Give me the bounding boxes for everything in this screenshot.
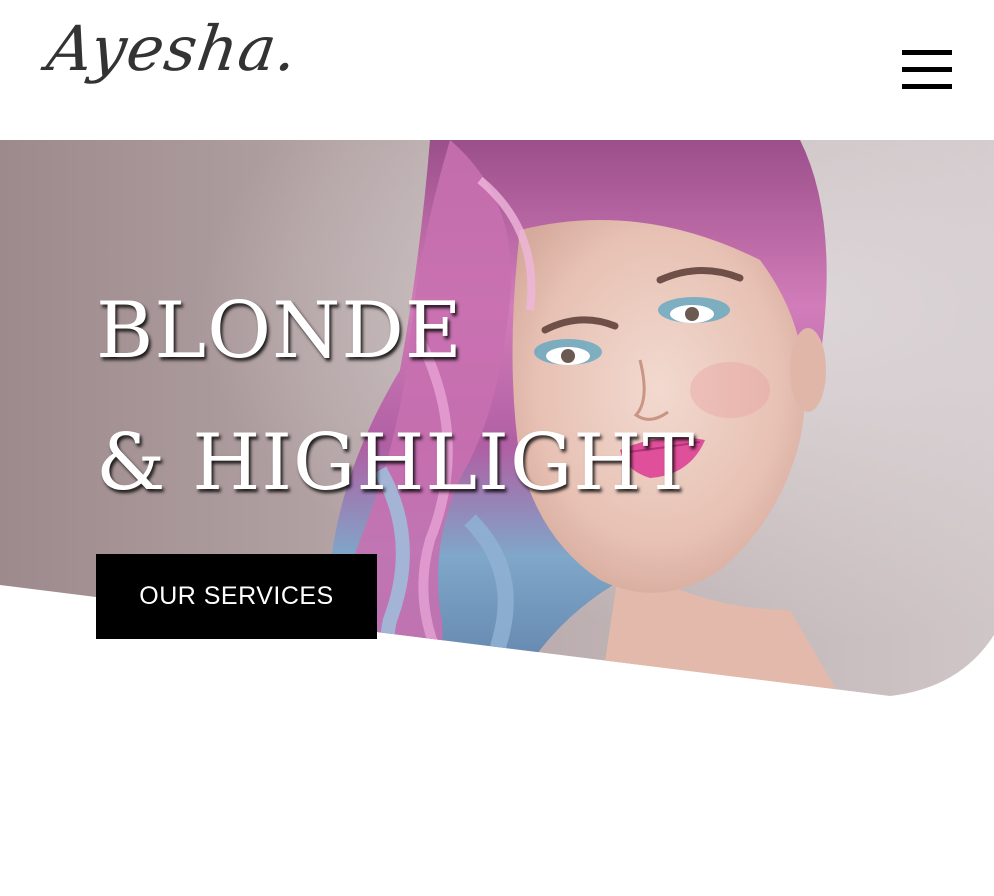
headline-line-2: & HIGHLIGHT [96,418,696,508]
our-services-button[interactable]: OUR SERVICES [96,554,377,639]
headline-line-1: BLONDE [96,286,463,376]
site-header: Ayesha. [0,0,994,140]
logo[interactable]: Ayesha. [43,12,303,85]
menu-bar-top [902,50,952,55]
menu-bar-middle [902,67,952,72]
hamburger-menu-icon[interactable] [902,50,952,90]
hero-headline: BLONDE & HIGHLIGHT [96,265,695,529]
menu-bar-bottom [902,84,952,89]
